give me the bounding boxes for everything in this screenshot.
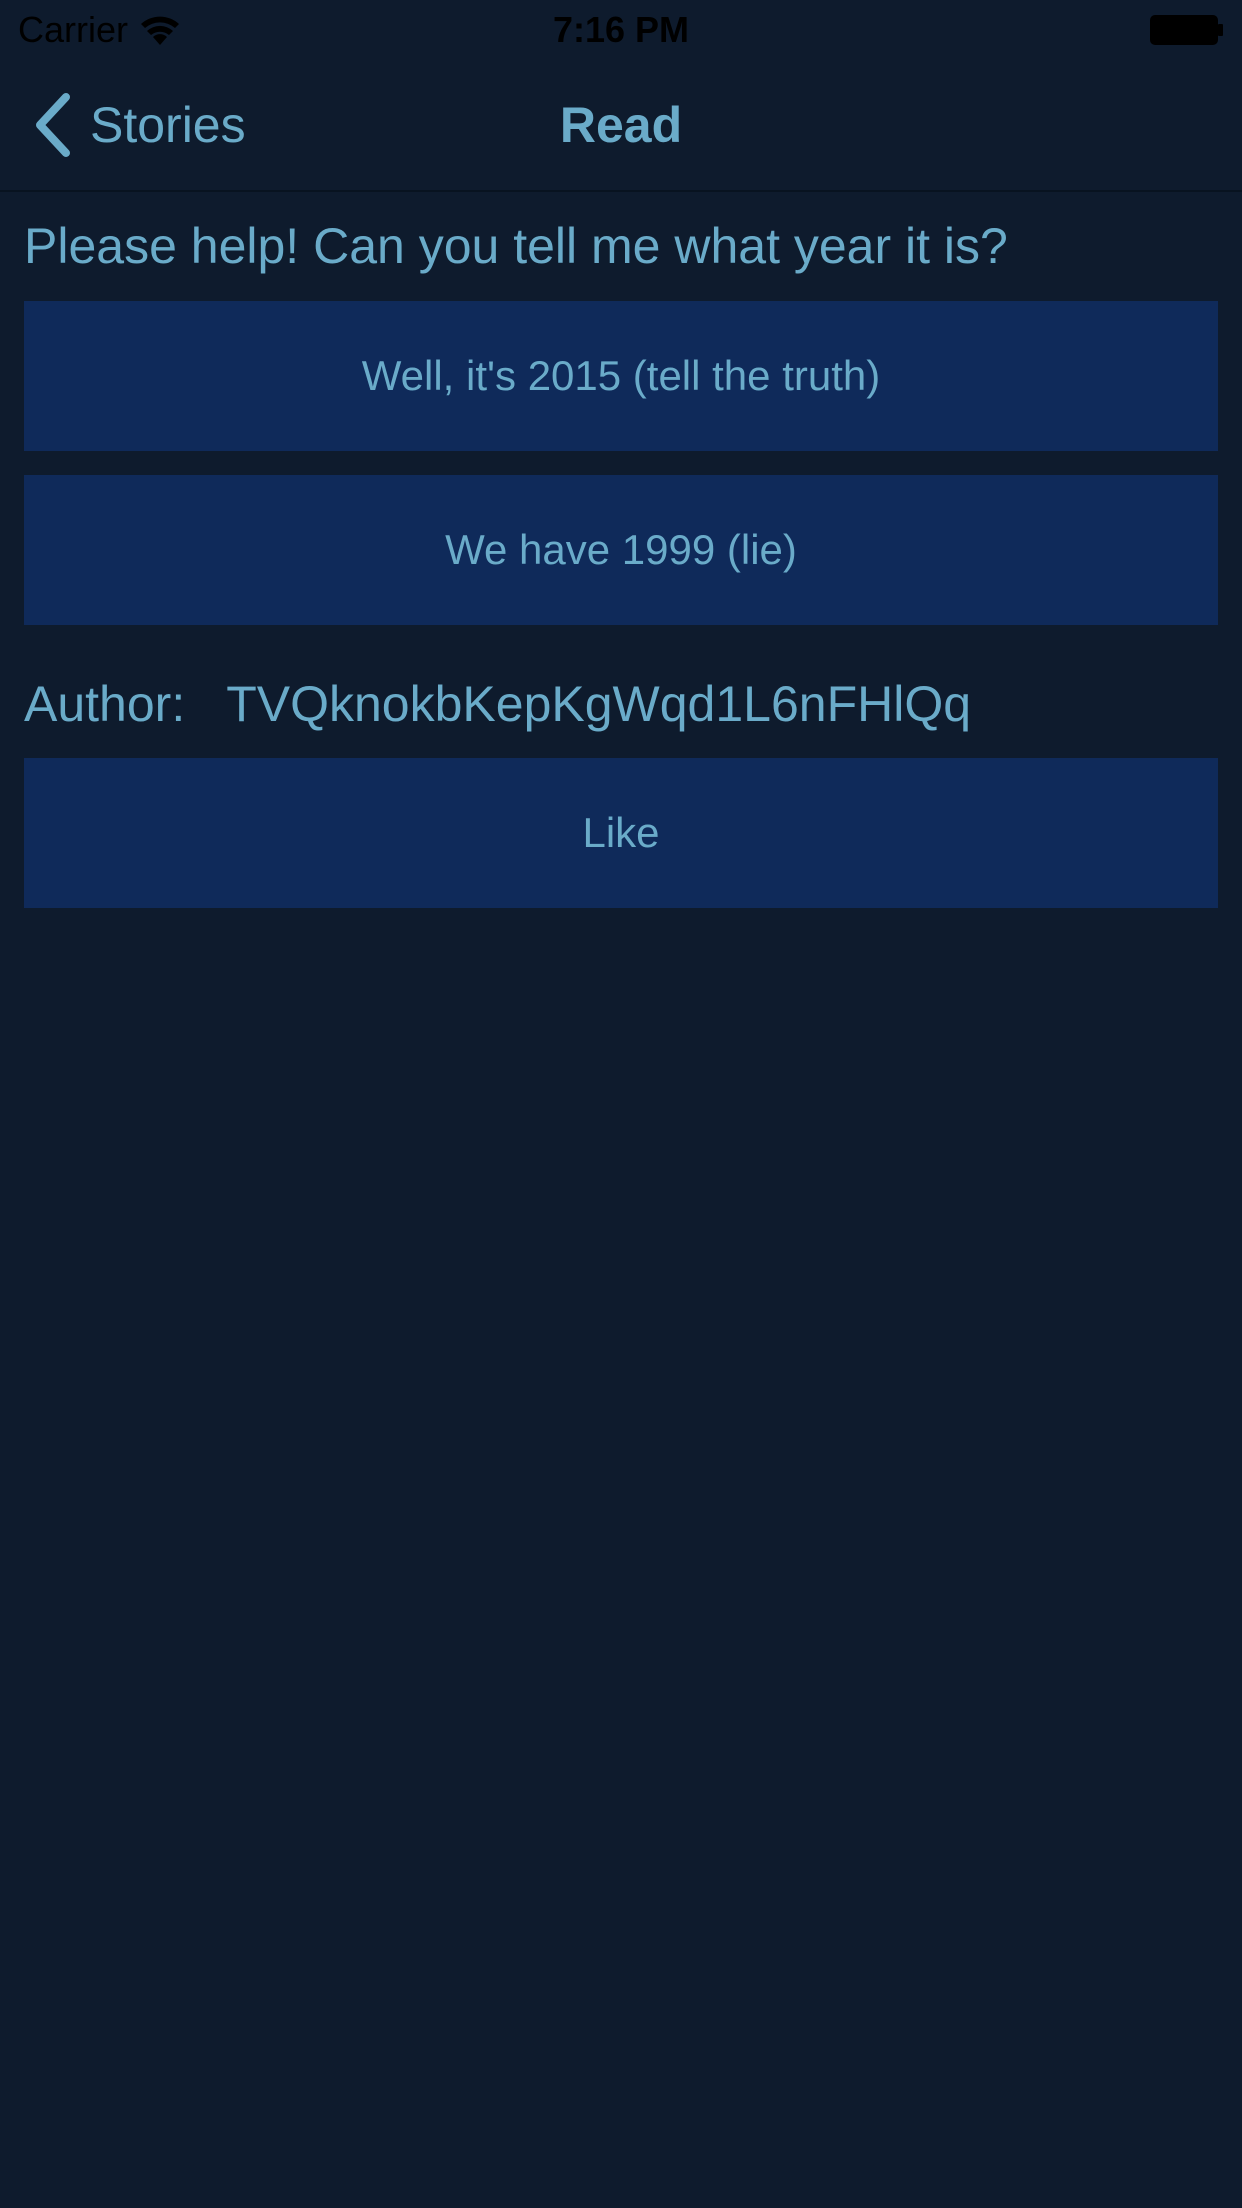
story-question: Please help! Can you tell me what year i…: [24, 218, 1008, 274]
author-value: TVQknokbKepKgWqd1L6nFHlQq: [226, 676, 972, 732]
choice-truth-button[interactable]: Well, it's 2015 (tell the truth): [24, 301, 1218, 451]
author-line: Author: TVQknokbKepKgWqd1L6nFHlQq: [24, 672, 971, 736]
navigation-bar: Stories Read: [0, 60, 1242, 192]
like-button[interactable]: Like: [24, 758, 1218, 908]
choice-lie-label: We have 1999 (lie): [445, 526, 797, 573]
author-label: Author:: [24, 676, 186, 732]
battery-icon: [1150, 15, 1223, 45]
choice-truth-label: Well, it's 2015 (tell the truth): [361, 352, 881, 399]
choice-lie-button[interactable]: We have 1999 (lie): [24, 475, 1218, 625]
status-bar: Carrier 7:16 PM: [0, 0, 1242, 60]
status-time: 7:16 PM: [552, 9, 690, 50]
page-title: Read: [559, 97, 683, 153]
like-button-label: Like: [582, 809, 660, 856]
